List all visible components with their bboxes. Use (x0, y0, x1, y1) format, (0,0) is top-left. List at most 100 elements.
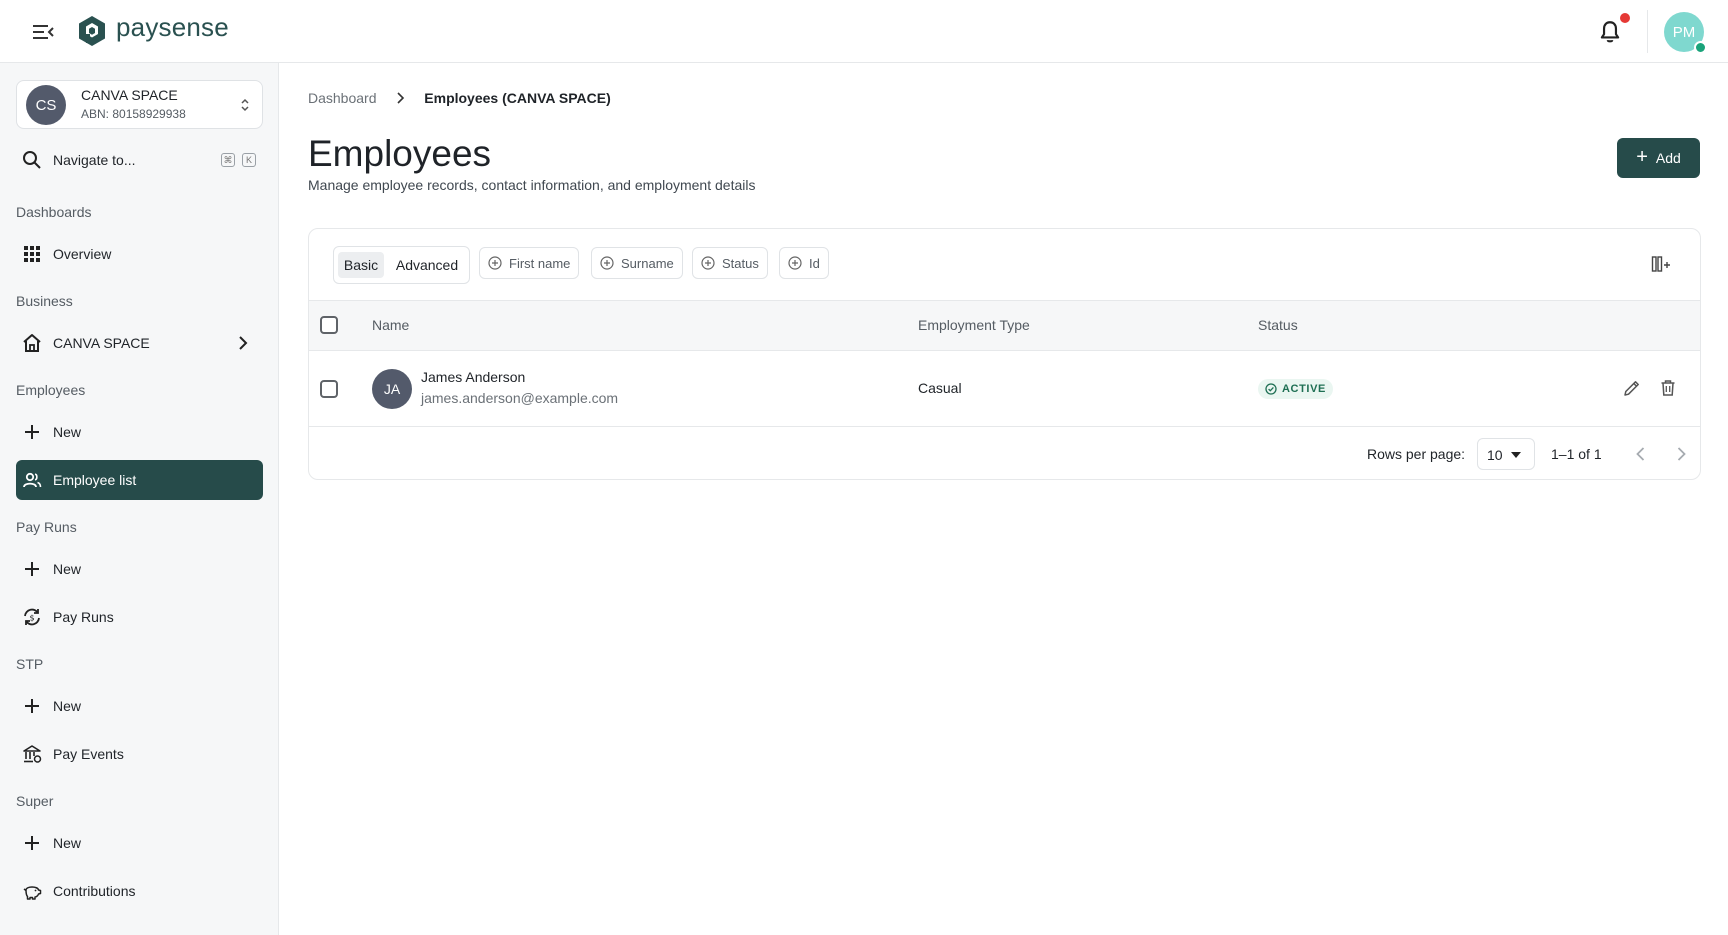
sidebar-item-label: Employee list (53, 472, 137, 488)
table-header: Name Employment Type Status (309, 300, 1700, 351)
sidebar-item-new-employee[interactable]: New (16, 412, 263, 452)
rows-per-page-value: 10 (1487, 447, 1503, 463)
page-title: Employees (308, 133, 492, 174)
piggy-bank-icon (23, 886, 42, 900)
brand-name: paysense (116, 12, 229, 42)
caret-down-icon (1511, 452, 1521, 458)
manage-columns-icon[interactable] (1651, 254, 1673, 274)
org-name: CANVA SPACE (81, 87, 178, 103)
navigate-search-label: Navigate to... (53, 152, 136, 168)
online-status-dot (1694, 41, 1707, 54)
rows-per-page-select[interactable]: 10 (1477, 438, 1535, 470)
org-abn: ABN: 80158929938 (81, 107, 186, 121)
filter-chip-status[interactable]: Status (692, 247, 768, 279)
status-badge-label: ACTIVE (1282, 383, 1326, 395)
filter-chip-id[interactable]: Id (779, 247, 829, 279)
add-button-label: Add (1655, 150, 1681, 166)
employee-avatar: JA (372, 369, 412, 409)
page-subtitle: Manage employee records, contact informa… (308, 177, 756, 193)
sidebar-item-label: New (53, 424, 82, 440)
command-key-hint: ⌘ (221, 153, 235, 167)
breadcrumb: Dashboard Employees (CANVA SPACE) (308, 90, 611, 106)
plus-icon (25, 699, 39, 713)
paysense-logo-icon (79, 16, 105, 46)
section-title-dashboards: Dashboards (16, 204, 92, 220)
status-badge: ACTIVE (1258, 379, 1333, 399)
table-row[interactable]: JA James Anderson james.anderson@example… (309, 351, 1700, 427)
sidebar: CS CANVA SPACE ABN: 80158929938 Navigate… (0, 63, 279, 935)
select-all-checkbox[interactable] (320, 316, 338, 334)
edit-pencil-icon[interactable] (1622, 378, 1642, 398)
chevron-right-icon (239, 336, 248, 350)
filter-mode-advanced[interactable]: Advanced (389, 252, 465, 278)
collapse-menu-icon[interactable] (31, 21, 55, 43)
add-circle-icon (788, 256, 802, 270)
section-title-super: Super (16, 793, 54, 809)
header-divider (1647, 10, 1648, 53)
navigate-search[interactable]: Navigate to... ⌘ K (16, 143, 263, 177)
sidebar-item-label: Overview (53, 246, 112, 262)
filter-mode-basic[interactable]: Basic (338, 252, 384, 278)
home-icon (23, 334, 41, 352)
section-title-pay-runs: Pay Runs (16, 519, 77, 535)
add-circle-icon (701, 256, 715, 270)
sidebar-item-pay-runs[interactable]: $ Pay Runs (16, 597, 263, 637)
sidebar-item-employee-list[interactable]: Employee list (16, 460, 263, 500)
column-header-status[interactable]: Status (1258, 317, 1298, 333)
sidebar-item-canva-space[interactable]: CANVA SPACE (16, 323, 263, 363)
employee-email: james.anderson@example.com (421, 390, 619, 406)
sidebar-item-contributions[interactable]: Contributions (16, 871, 263, 911)
notification-bell-icon[interactable] (1597, 19, 1623, 45)
chevron-right-icon (397, 92, 405, 104)
grid-icon (24, 246, 40, 262)
plus-icon (25, 836, 39, 850)
sidebar-item-label: New (53, 835, 82, 851)
sidebar-item-new-super[interactable]: New (16, 823, 263, 863)
delete-trash-icon[interactable] (1658, 378, 1678, 398)
section-title-stp: STP (16, 656, 44, 672)
section-title-business: Business (16, 293, 73, 309)
employee-name[interactable]: James Anderson (421, 369, 525, 385)
notification-dot (1620, 13, 1630, 23)
filter-mode-toggle: Basic Advanced (333, 246, 470, 284)
add-employee-button[interactable]: + Add (1617, 138, 1700, 178)
bank-icon (23, 745, 42, 763)
column-header-employment-type[interactable]: Employment Type (918, 317, 1030, 333)
plus-icon (25, 562, 39, 576)
plus-icon (25, 425, 39, 439)
organisation-switcher[interactable]: CS CANVA SPACE ABN: 80158929938 (16, 80, 263, 129)
org-avatar: CS (26, 85, 66, 125)
rows-per-page-label: Rows per page: (1367, 446, 1466, 462)
column-header-name[interactable]: Name (372, 317, 409, 333)
breadcrumb-dashboard-link[interactable]: Dashboard (308, 90, 377, 106)
search-icon (23, 151, 41, 169)
chevron-up-down-icon (241, 98, 249, 112)
next-page-icon[interactable] (1671, 444, 1691, 464)
sidebar-item-label: Pay Runs (53, 609, 114, 625)
sidebar-item-pay-events[interactable]: Pay Events (16, 734, 263, 774)
filter-chip-surname[interactable]: Surname (591, 247, 683, 279)
sidebar-item-label: New (53, 698, 82, 714)
pagination-range: 1–1 of 1 (1551, 446, 1602, 462)
filter-chip-label: Status (722, 255, 759, 271)
employment-type: Casual (918, 380, 962, 396)
sidebar-item-label: Contributions (53, 883, 136, 899)
filter-chip-label: Id (809, 255, 820, 271)
breadcrumb-current: Employees (CANVA SPACE) (424, 90, 611, 106)
section-title-employees: Employees (16, 382, 86, 398)
row-checkbox[interactable] (320, 380, 338, 398)
sidebar-item-new-pay-run[interactable]: New (16, 549, 263, 589)
sidebar-item-new-stp[interactable]: New (16, 686, 263, 726)
people-icon (23, 472, 42, 488)
sidebar-item-overview[interactable]: Overview (16, 234, 263, 274)
filter-chip-first-name[interactable]: First name (479, 247, 580, 279)
sidebar-item-label: New (53, 561, 82, 577)
add-circle-icon (600, 256, 614, 270)
employees-table-card: Basic Advanced First name Surname Status… (308, 228, 1701, 480)
top-bar: paysense PM (0, 0, 1728, 63)
k-key-hint: K (242, 153, 256, 167)
plus-icon: + (1636, 146, 1648, 168)
filter-chip-label: Surname (621, 255, 674, 271)
previous-page-icon[interactable] (1631, 444, 1651, 464)
add-circle-icon (488, 256, 502, 270)
